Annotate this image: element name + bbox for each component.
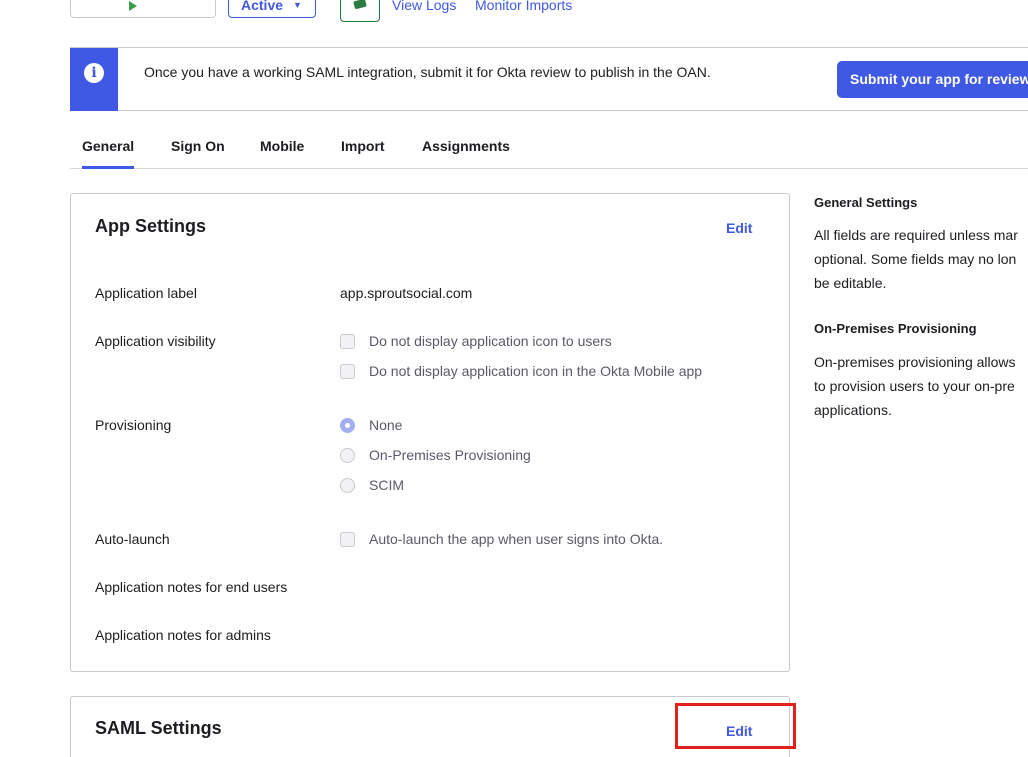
hide-icon-users-text: Do not display application icon to users (369, 333, 612, 349)
status-dropdown[interactable]: Active ▼ (228, 0, 316, 18)
general-settings-help-text: All fields are required unless mar optio… (814, 227, 1018, 291)
provisioning-onprem-radio[interactable] (340, 447, 355, 463)
highlight-box (675, 703, 796, 749)
app-settings-title: App Settings (95, 216, 206, 236)
hide-icon-users-option[interactable]: Do not display application icon to users (340, 333, 612, 349)
provisioning-label: Provisioning (95, 417, 172, 433)
saml-settings-title: SAML Settings (95, 718, 222, 738)
provisioning-onprem-option[interactable]: On-Premises Provisioning (340, 447, 531, 463)
provisioning-scim-option[interactable]: SCIM (340, 477, 404, 493)
auto-launch-checkbox[interactable] (340, 531, 355, 547)
submit-for-review-button[interactable]: Submit your app for review (837, 61, 1028, 98)
notes-admins-label: Application notes for admins (95, 627, 271, 643)
hide-icon-mobile-checkbox[interactable] (340, 363, 355, 379)
provisioning-none-option[interactable]: None (340, 417, 402, 433)
provisioning-scim-radio[interactable] (340, 477, 355, 493)
push-groups-button[interactable] (340, 0, 380, 22)
provisioning-onprem-text: On-Premises Provisioning (369, 447, 531, 463)
onprem-help-text: On-premises provisioning allows to provi… (814, 354, 1016, 418)
auto-launch-option[interactable]: Auto-launch the app when user signs into… (340, 531, 663, 547)
general-settings-help-title: General Settings (814, 195, 918, 210)
provisioning-scim-text: SCIM (369, 477, 404, 493)
banner-accent-bar: i (70, 48, 118, 111)
app-settings-edit-link[interactable]: Edit (726, 220, 752, 236)
onprem-help-title: On-Premises Provisioning (814, 321, 977, 336)
oan-review-banner: i Once you have a working SAML integrati… (70, 47, 1028, 111)
play-icon (129, 1, 137, 11)
tab-sign-on[interactable]: Sign On (171, 138, 225, 154)
notes-end-users-label: Application notes for end users (95, 579, 288, 595)
application-label-value: app.sproutsocial.com (340, 285, 473, 301)
auto-launch-label: Auto-launch (95, 531, 170, 547)
monitor-imports-link[interactable]: Monitor Imports (475, 0, 572, 14)
hide-icon-mobile-text: Do not display application icon in the O… (369, 363, 703, 379)
tab-assignments[interactable]: Assignments (422, 138, 510, 154)
hide-icon-users-checkbox[interactable] (340, 333, 355, 349)
status-label: Active (241, 0, 284, 13)
tab-mobile[interactable]: Mobile (260, 138, 304, 154)
provisioning-none-text: None (369, 417, 403, 433)
caret-down-icon: ▼ (293, 0, 302, 10)
view-logs-link[interactable]: View Logs (392, 0, 456, 14)
app-tabs: General Sign On Mobile Import Assignment… (70, 129, 1028, 169)
hide-icon-mobile-option[interactable]: Do not display application icon in the O… (340, 363, 702, 379)
tab-general[interactable]: General (82, 138, 135, 169)
info-icon: i (84, 63, 104, 83)
provisioning-none-radio[interactable] (340, 417, 355, 433)
app-status-button[interactable] (70, 0, 216, 18)
auto-launch-text: Auto-launch the app when user signs into… (369, 531, 664, 547)
application-label-label: Application label (95, 285, 197, 301)
app-settings-panel: App Settings Edit Application label app.… (70, 193, 790, 672)
app-action-icon (353, 0, 367, 10)
tab-import[interactable]: Import (341, 138, 385, 154)
application-visibility-label: Application visibility (95, 333, 216, 349)
banner-message: Once you have a working SAML integration… (144, 64, 711, 80)
